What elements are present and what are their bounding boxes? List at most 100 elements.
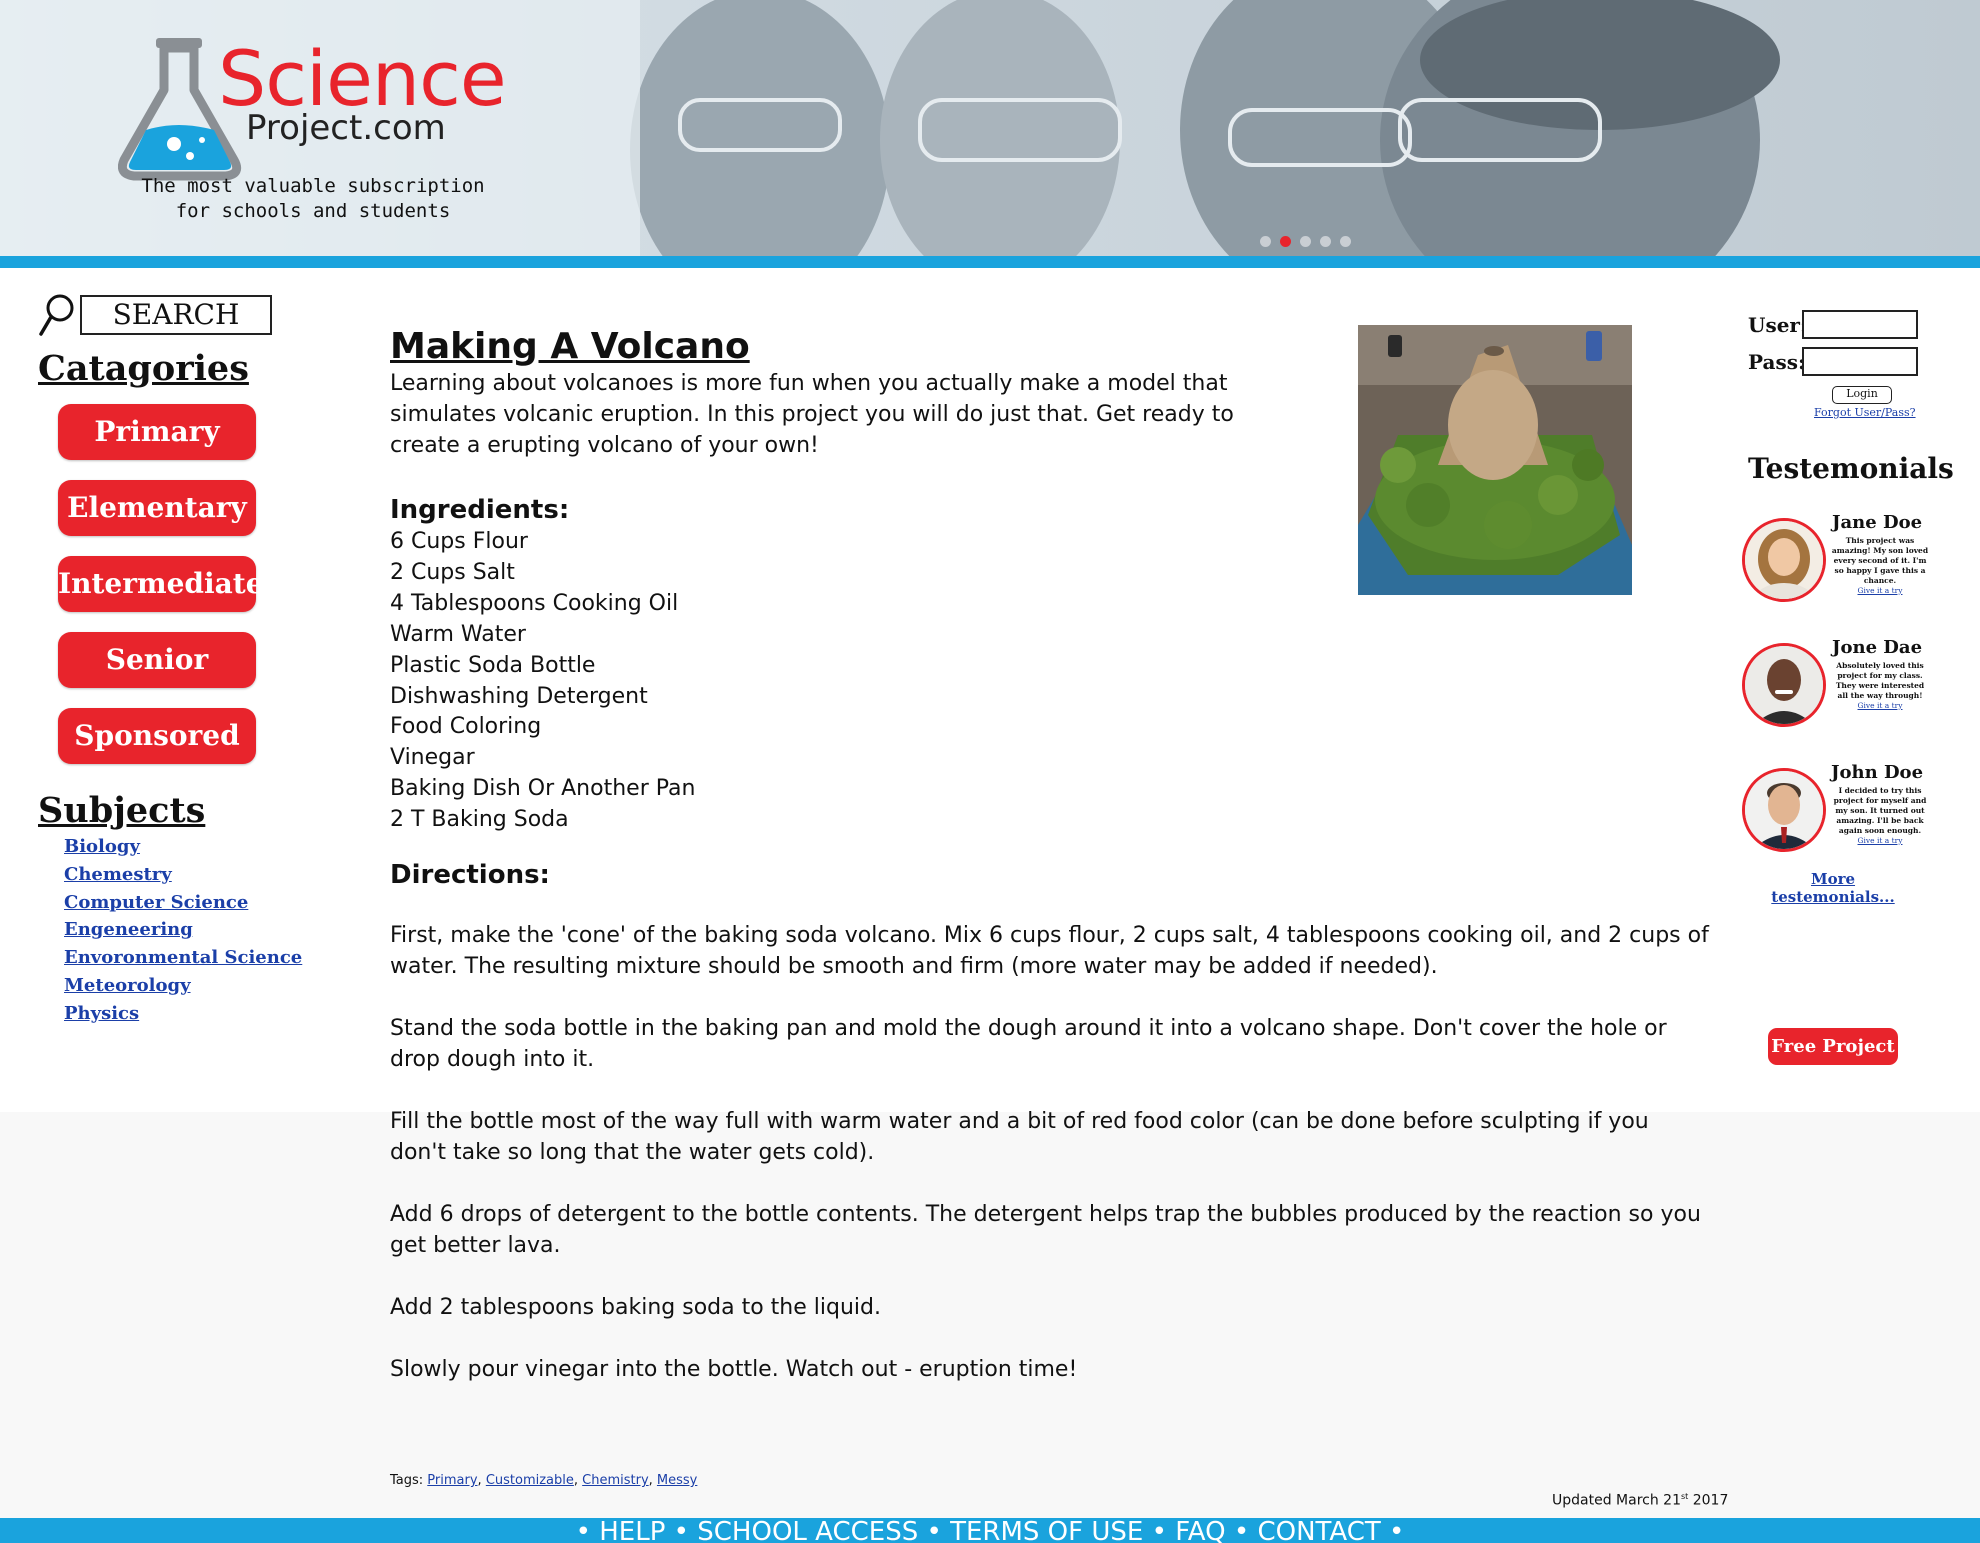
logo-domain: Project.com (246, 108, 446, 148)
subject-item: Computer Science (64, 892, 302, 920)
category-button-sponsored[interactable]: Sponsored (58, 708, 256, 764)
testimonial-name: Jone Dae (1831, 637, 1923, 658)
subjects-heading: Subjects (38, 790, 206, 831)
testimonial-try-link[interactable]: Give it a try (1830, 836, 1930, 845)
footer-bullet: • (1389, 1518, 1405, 1543)
login-form: User: Pass: Login Forgot User/Pass? (1748, 306, 1918, 419)
login-button[interactable]: Login (1832, 386, 1892, 404)
directions-list: First, make the 'cone' of the baking sod… (390, 920, 1710, 1385)
ingredient-item: Dishwashing Detergent (390, 683, 648, 709)
subject-link-physics[interactable]: Physics (64, 1003, 139, 1024)
updated-prefix: Updated March 21 (1552, 1492, 1681, 1509)
category-button-elementary[interactable]: Elementary (58, 480, 256, 536)
password-field[interactable] (1802, 347, 1918, 376)
footer-bullet: • (575, 1518, 591, 1543)
header-banner: Science Project.com The most valuable su… (0, 0, 1980, 256)
forgot-credentials-link[interactable]: Forgot User/Pass? (1814, 406, 1918, 419)
category-list: Primary Elementary Intermediate Senior S… (58, 404, 264, 784)
subject-link-biology[interactable]: Biology (64, 836, 140, 857)
directions-heading: Directions: (390, 860, 550, 891)
free-project-button[interactable]: Free Project (1768, 1028, 1898, 1065)
tagline-line-1: The most valuable subscription (141, 175, 485, 197)
subject-link-environmental-science[interactable]: Envoronmental Science (64, 947, 302, 968)
username-row: User: (1748, 306, 1918, 343)
subject-item: Meteorology (64, 975, 302, 1003)
tag-separator: , (573, 1473, 583, 1488)
tag-link-chemistry[interactable]: Chemistry (582, 1473, 649, 1488)
carousel-dots (1260, 236, 1351, 247)
article-tags: Tags: Primary, Customizable, Chemistry, … (390, 1473, 697, 1488)
ingredient-item: Baking Dish Or Another Pan (390, 776, 696, 802)
subject-item: Engeneering (64, 919, 302, 947)
avatar (1742, 518, 1826, 602)
carousel-dot[interactable] (1340, 236, 1351, 247)
testimonial-name: John Doe (1830, 762, 1924, 783)
subject-link-engineering[interactable]: Engeneering (64, 919, 193, 940)
article-intro: Learning about volcanoes is more fun whe… (390, 371, 1234, 458)
testimonial-quote: This project was amazing! My son loved e… (1831, 536, 1929, 585)
updated-date: Updated March 21st 2017 (1552, 1492, 1728, 1509)
updated-year: 2017 (1688, 1492, 1729, 1509)
avatar (1742, 768, 1826, 852)
username-label: User: (1748, 312, 1808, 337)
ingredient-item: Warm Water (390, 621, 526, 647)
username-field[interactable] (1802, 310, 1918, 339)
password-row: Pass: (1748, 343, 1918, 380)
testimonial-quote: Absolutely loved this project for my cla… (1835, 661, 1925, 700)
footer-link-school-access[interactable]: SCHOOL ACCESS (697, 1518, 918, 1543)
ingredient-item: Food Coloring (390, 714, 542, 740)
testimonial-card: John Doe I decided to try this project f… (1742, 762, 1932, 852)
footer-bar: • HELP • SCHOOL ACCESS • TERMS OF USE • … (0, 1518, 1980, 1543)
avatar (1742, 643, 1826, 727)
carousel-dot[interactable] (1320, 236, 1331, 247)
direction-step: Add 2 tablespoons baking soda to the liq… (390, 1295, 881, 1321)
direction-step: Add 6 drops of detergent to the bottle c… (390, 1202, 1701, 1259)
tag-separator: , (477, 1473, 486, 1488)
header-divider-bar (0, 256, 1980, 268)
tag-link-messy[interactable]: Messy (657, 1473, 697, 1488)
search-icon[interactable] (38, 292, 76, 338)
search-bar: SEARCH (38, 292, 272, 338)
carousel-dot[interactable] (1300, 236, 1311, 247)
carousel-dot[interactable] (1260, 236, 1271, 247)
category-button-primary[interactable]: Primary (58, 404, 256, 460)
subject-item: Envoronmental Science (64, 947, 302, 975)
site-logo[interactable]: Science Project.com The most valuable su… (118, 34, 538, 234)
testimonial-quote: I decided to try this project for myself… (1833, 786, 1927, 835)
testimonial-try-link[interactable]: Give it a try (1830, 586, 1930, 595)
testimonial-card: Jone Dae Absolutely loved this project f… (1742, 637, 1932, 727)
ingredient-item: Vinegar (390, 745, 475, 771)
testimonials-heading: Testemonials (1748, 452, 1954, 485)
category-button-intermediate[interactable]: Intermediate (58, 556, 264, 612)
footer-bullet: • (1151, 1518, 1167, 1543)
footer-link-terms-of-use[interactable]: TERMS OF USE (950, 1518, 1143, 1543)
subject-link-computer-science[interactable]: Computer Science (64, 892, 248, 913)
footer-link-help[interactable]: HELP (599, 1518, 665, 1543)
tags-label: Tags: (390, 1473, 428, 1488)
tag-link-customizable[interactable]: Customizable (486, 1473, 574, 1488)
categories-heading: Catagories (38, 348, 249, 389)
category-button-senior[interactable]: Senior (58, 632, 256, 688)
footer-bullet: • (673, 1518, 689, 1543)
testimonial-card: Jane Doe This project was amazing! My so… (1742, 512, 1932, 602)
logo-tagline: The most valuable subscription for schoo… (118, 174, 508, 224)
direction-step: First, make the 'cone' of the baking sod… (390, 923, 1709, 980)
tag-separator: , (648, 1473, 657, 1488)
footer-link-faq[interactable]: FAQ (1175, 1518, 1225, 1543)
subject-item: Chemestry (64, 864, 302, 892)
subject-link-meteorology[interactable]: Meteorology (64, 975, 191, 996)
tag-link-primary[interactable]: Primary (427, 1473, 477, 1488)
carousel-dot-active[interactable] (1280, 236, 1291, 247)
footer-bullet: • (926, 1518, 942, 1543)
footer-bullet: • (1233, 1518, 1250, 1543)
subject-item: Biology (64, 836, 302, 864)
testimonial-try-link[interactable]: Give it a try (1830, 701, 1930, 710)
more-testimonials-link[interactable]: More testemonials... (1748, 870, 1918, 906)
subject-item: Physics (64, 1003, 302, 1031)
footer-link-contact[interactable]: CONTACT (1257, 1518, 1380, 1543)
direction-step: Stand the soda bottle in the baking pan … (390, 1016, 1667, 1073)
direction-step: Fill the bottle most of the way full wit… (390, 1109, 1649, 1166)
footer-nav: • HELP • SCHOOL ACCESS • TERMS OF USE • … (576, 1519, 1405, 1543)
search-input[interactable]: SEARCH (80, 295, 272, 335)
subject-link-chemistry[interactable]: Chemestry (64, 864, 172, 885)
